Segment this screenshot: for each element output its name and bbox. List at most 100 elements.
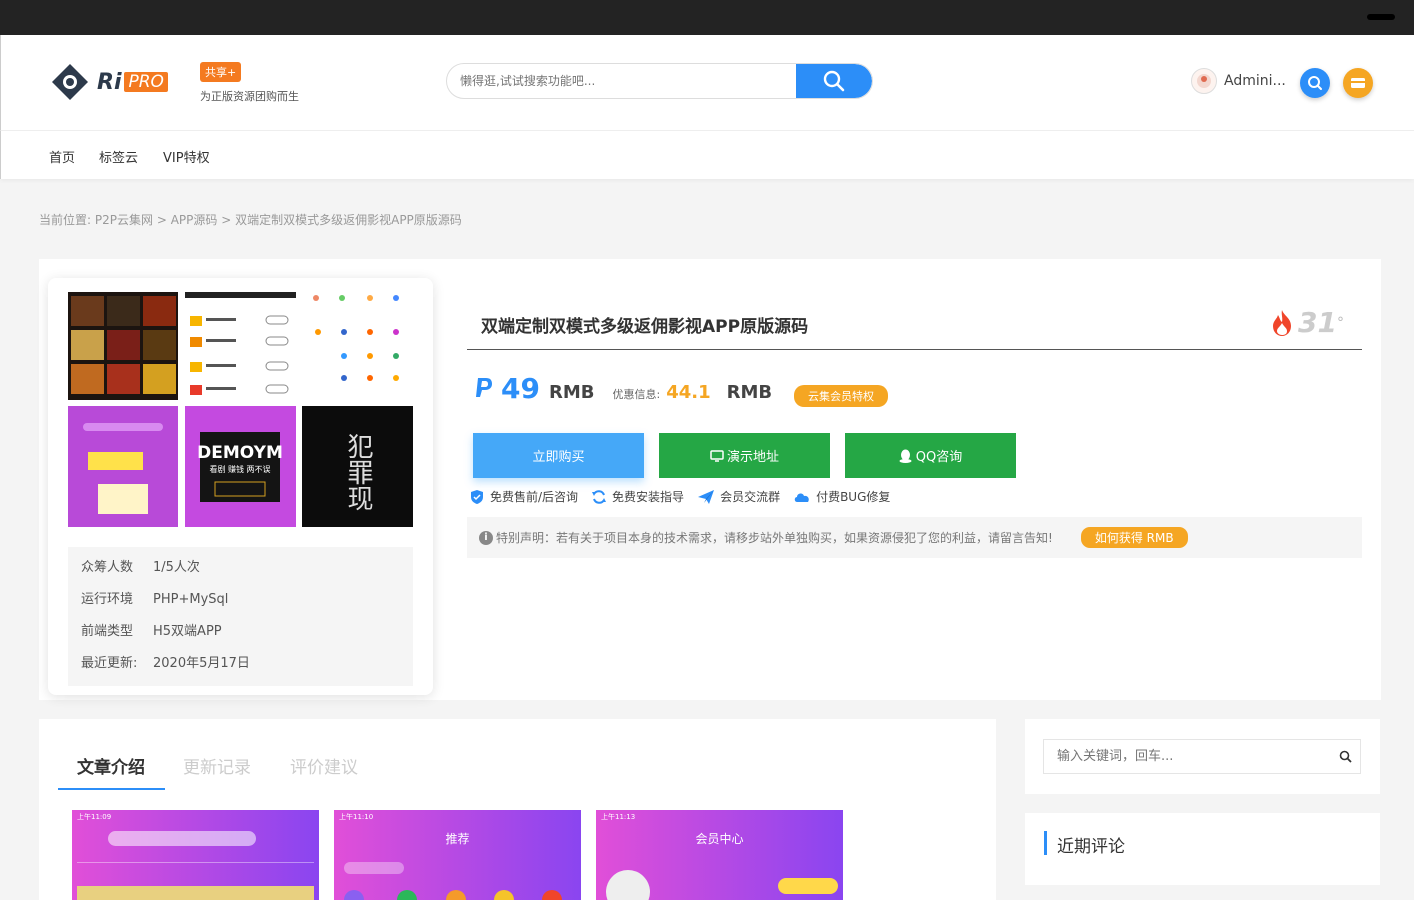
discount-currency: RMB xyxy=(726,382,773,403)
screenshot-title: 会员中心 xyxy=(695,832,744,846)
logo-text: Ri xyxy=(97,69,122,95)
meta-key: 前端类型 xyxy=(81,624,134,639)
screenshot-title: 推荐 xyxy=(445,832,470,846)
article-screenshot[interactable]: 上午11:10 推荐 xyxy=(334,810,581,900)
price-currency: RMB xyxy=(548,382,595,403)
meta-key: 众筹人数 xyxy=(81,560,134,575)
sidebar-search xyxy=(1043,739,1361,774)
meta-value: 1/5人次 xyxy=(153,560,200,575)
screenshot-circle xyxy=(344,890,364,900)
feature-list: 免费售前/后咨询 免费安装指导 会员交流群 付费BUG修复 xyxy=(469,488,903,505)
screenshot-circle xyxy=(542,890,562,900)
meta-key: 最近更新: xyxy=(81,656,138,671)
screenshot-search-bar xyxy=(108,831,256,846)
qq-button-label: QQ咨询 xyxy=(915,450,963,465)
avatar-icon xyxy=(1197,74,1211,88)
breadcrumb-separator: > xyxy=(156,213,167,227)
currency-icon xyxy=(476,378,492,397)
username[interactable]: Admini... xyxy=(1224,73,1286,89)
discount-price: 44.1 xyxy=(666,382,711,403)
search-button[interactable] xyxy=(796,64,872,98)
title-divider xyxy=(467,349,1362,350)
breadcrumb-item[interactable]: APP源码 xyxy=(171,213,218,227)
product-thumbnail[interactable]: DEMOYM 看剧 赚钱 两不误 犯罪现 xyxy=(68,292,413,527)
price-value: 49 xyxy=(501,372,540,405)
screenshot-poster-row xyxy=(77,886,314,900)
notice-bar: i 特别声明：若有关于项目本身的技术需求，请移步站外单独购买，如果资源侵犯了您的… xyxy=(467,517,1362,558)
meta-value: PHP+MySql xyxy=(153,592,229,607)
article-screenshot[interactable]: 上午11:09 xyxy=(72,810,319,900)
tab-active-indicator xyxy=(58,788,165,790)
screenshot-tag xyxy=(344,862,404,874)
site-logo[interactable]: Ri PRO xyxy=(49,62,168,102)
price-box: 49 RMB 优惠信息: 44.1 RMB xyxy=(475,372,772,405)
recent-comments-title: 近期评论 xyxy=(1057,837,1125,857)
feature-item: 免费售前/后咨询 xyxy=(469,488,578,505)
avatar[interactable] xyxy=(1191,68,1217,94)
buy-button[interactable]: 立即购买 xyxy=(473,433,644,478)
meta-key: 运行环境 xyxy=(81,592,134,607)
breadcrumb: 当前位置: P2P云集网 > APP源码 > 双端定制双模式多级返佣影视APP原… xyxy=(39,211,462,228)
main-nav: 首页 标签云 VIP特权 xyxy=(0,131,1414,179)
article-screenshot[interactable]: 上午11:13 会员中心 xyxy=(596,810,843,900)
search-input[interactable] xyxy=(447,64,797,98)
tab-article[interactable]: 文章介绍 xyxy=(77,753,145,778)
breadcrumb-item[interactable]: P2P云集网 xyxy=(95,213,153,227)
feature-item: 免费安装指导 xyxy=(591,488,684,505)
screenshot-circle xyxy=(397,890,417,900)
nav-item-home[interactable]: 首页 xyxy=(49,147,75,166)
tab-reviews[interactable]: 评价建议 xyxy=(290,753,358,778)
breadcrumb-separator: > xyxy=(221,213,232,227)
meta-value: H5双端APP xyxy=(153,624,222,639)
header-card-button[interactable] xyxy=(1343,68,1373,98)
meta-row: 最近更新: 2020年5月17日 xyxy=(81,653,400,685)
feature-item: 会员交流群 xyxy=(697,488,780,505)
header-search-button[interactable] xyxy=(1300,68,1330,98)
notice-text: 特别声明：若有关于项目本身的技术需求，请移步站外单独购买，如果资源侵犯了您的利益… xyxy=(496,531,1053,545)
view-count-value: 31 xyxy=(1298,306,1337,339)
logo-pro: PRO xyxy=(124,72,168,92)
feature-item: 付费BUG修复 xyxy=(793,488,890,505)
breadcrumb-current: 双端定制双模式多级返佣影视APP原版源码 xyxy=(235,213,462,227)
product-title: 双端定制双模式多级返佣影视APP原版源码 xyxy=(481,317,809,337)
thumbnail-sub-text: 看剧 赚钱 两不误 xyxy=(209,464,270,474)
qq-icon xyxy=(899,449,912,463)
search-icon xyxy=(823,70,845,92)
plane-icon xyxy=(698,489,715,504)
feature-label: 免费售前/后咨询 xyxy=(490,490,579,504)
card-icon xyxy=(1351,78,1365,88)
screenshot-checkin xyxy=(778,878,838,894)
browser-top-bar xyxy=(0,0,1414,35)
vip-badge[interactable]: 云集会员特权 xyxy=(794,385,888,407)
meta-value: 2020年5月17日 xyxy=(153,656,250,671)
screenshot-time: 上午11:13 xyxy=(601,813,636,821)
view-count-suffix: ° xyxy=(1336,314,1344,331)
sidebar-search-input[interactable] xyxy=(1044,740,1334,773)
buy-button-label: 立即购买 xyxy=(532,450,585,465)
qq-button[interactable]: QQ咨询 xyxy=(845,433,1016,478)
site-header: Ri PRO 共享+ 为正版资源团购而生 Admini... xyxy=(0,35,1414,131)
screenshot-circle xyxy=(446,890,466,900)
product-meta: 众筹人数 1/5人次 运行环境 PHP+MySql 前端类型 H5双端APP 最近更新… xyxy=(68,547,413,686)
nav-item-tags[interactable]: 标签云 xyxy=(99,147,138,166)
demo-button[interactable]: 演示地址 xyxy=(659,433,830,478)
breadcrumb-prefix: 当前位置: xyxy=(39,213,92,227)
window-control[interactable] xyxy=(1367,14,1395,20)
logo-icon xyxy=(52,64,88,100)
feature-label: 会员交流群 xyxy=(720,490,781,504)
shield-icon xyxy=(471,489,483,504)
tab-changelog[interactable]: 更新记录 xyxy=(183,753,251,778)
nav-item-vip[interactable]: VIP特权 xyxy=(163,147,210,166)
header-search xyxy=(446,63,873,99)
how-to-get-button[interactable]: 如何获得 RMB xyxy=(1080,527,1188,548)
user-menu[interactable]: Admini... xyxy=(1191,68,1286,94)
feature-label: 免费安装指导 xyxy=(612,490,685,504)
monitor-icon xyxy=(710,449,724,462)
feature-label: 付费BUG修复 xyxy=(816,490,891,504)
search-icon[interactable] xyxy=(1339,750,1352,763)
screenshot-divider xyxy=(77,862,314,863)
search-icon xyxy=(1308,76,1322,90)
screenshot-time: 上午11:09 xyxy=(77,813,112,821)
cloud-icon xyxy=(794,492,809,502)
meta-row: 众筹人数 1/5人次 xyxy=(81,557,400,589)
